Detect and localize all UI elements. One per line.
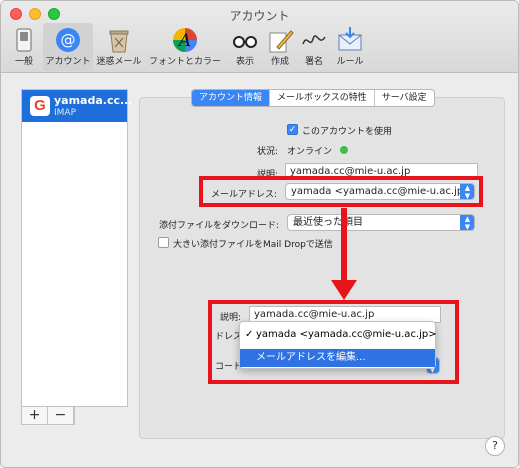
toolbar-rules[interactable]: ルール [333,23,367,71]
tab-mailbox-behaviors[interactable]: メールボックスの特性 [270,90,375,106]
window-title: アカウント [229,9,290,23]
toolbar-rules-label: ルール [336,57,364,67]
tab-server-settings[interactable]: サーバ設定 [375,90,434,106]
add-account-button[interactable]: + [22,407,48,424]
popup-arrows-icon: ▲▼ [460,215,474,230]
annotation-arrow-shaft [341,208,347,284]
rules-envelope-icon [338,27,362,51]
download-attachments-value: 最近使った項目 [293,217,363,228]
account-type: IMAP [54,108,77,118]
mail-drop-label: 大きい添付ファイルをMail Dropで送信 [173,240,333,250]
accounts-list: G yamada.cc... IMAP [21,89,133,407]
annotation-arrow-head [331,280,357,300]
online-status-dot [340,146,348,154]
toolbar-accounts-label: アカウント [45,57,91,67]
enable-account-label: このアカウントを使用 [302,127,393,137]
switch-icon [16,28,32,52]
signature-icon [302,35,326,45]
account-name: yamada.cc... [54,94,133,107]
toolbar-fonts-colors[interactable]: A フォントとカラー [146,23,224,71]
tab-account-info[interactable]: アカウント情報 [192,90,271,106]
toolbar-junk-label: 迷惑メール [96,57,142,67]
toolbar-general-label: 一般 [14,57,33,67]
account-list-buttons: + − [21,407,75,425]
toolbar-accounts[interactable]: @ アカウント [43,23,93,71]
pencil-paper-icon [269,30,294,53]
svg-text:@: @ [61,31,76,49]
highlight-email-row [199,176,483,207]
toolbar-fonts-colors-label: フォントとカラー [148,57,221,67]
status-value: オンライン [287,147,333,157]
toolbar-general[interactable]: 一般 [7,23,41,71]
download-attachments-popup[interactable]: 最近使った項目 ▲ ▼ [287,214,475,231]
help-button[interactable]: ? [485,436,505,456]
settings-tabs: アカウント情報 メールボックスの特性 サーバ設定 [191,89,435,107]
at-sign-icon: @ [56,28,80,52]
account-row[interactable]: G yamada.cc... IMAP [22,90,133,122]
glasses-icon [233,36,257,48]
accounts-window: アカウント 一般 @ アカウント 迷惑メール A フォントとカラー 表示 作成 … [0,0,519,468]
toolbar-composing-label: 作成 [270,57,289,67]
toolbar-composing[interactable]: 作成 [263,23,297,71]
google-icon: G [30,96,50,116]
color-wheel-icon: A [173,28,197,52]
preferences-toolbar: アカウント 一般 @ アカウント 迷惑メール A フォントとカラー 表示 作成 … [1,1,518,73]
toolbar-signatures-label: 署名 [304,57,323,67]
toolbar-signatures[interactable]: 署名 [297,23,331,71]
mail-drop-checkbox[interactable] [158,237,169,248]
highlight-zoom-callout [208,300,459,384]
remove-account-button[interactable]: − [48,407,74,424]
toolbar-viewing-label: 表示 [235,57,254,67]
download-attachments-label: 添付ファイルをダウンロード: [159,221,280,231]
toolbar-junk[interactable]: 迷惑メール [95,23,143,71]
svg-text:A: A [177,31,191,51]
status-label: 状況: [257,147,279,157]
enable-account-checkbox[interactable]: ✓ [287,124,298,135]
toolbar-viewing[interactable]: 表示 [228,23,262,71]
junk-trash-icon [109,30,129,53]
